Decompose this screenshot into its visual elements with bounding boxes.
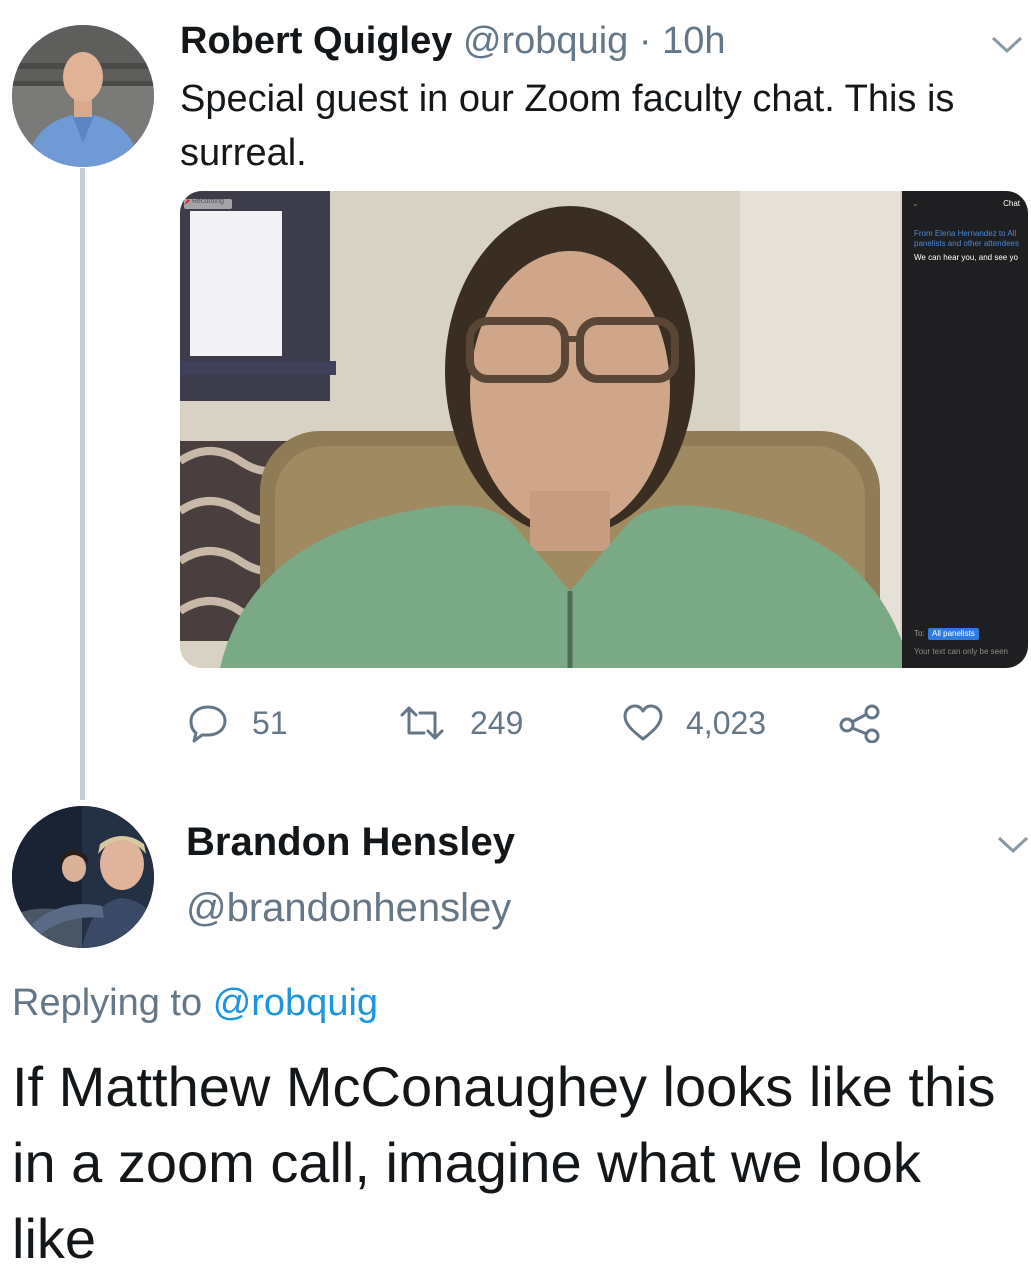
chevron-down-icon[interactable] bbox=[990, 34, 1024, 56]
like-icon[interactable] bbox=[622, 703, 664, 743]
reply-count: 51 bbox=[252, 705, 288, 741]
author-handle[interactable]: @robquig bbox=[463, 20, 628, 62]
tweet-media[interactable]: Recording ⌄ Chat From Elena Hernandez to… bbox=[180, 191, 1028, 668]
reply-icon[interactable] bbox=[188, 703, 228, 743]
video-frame-image bbox=[180, 191, 1028, 668]
chevron-down-icon[interactable] bbox=[996, 834, 1030, 856]
chat-panel: ⌄ Chat From Elena Hernandez to All panel… bbox=[902, 191, 1028, 668]
replying-to-link[interactable]: @robquig bbox=[213, 982, 378, 1024]
tweet-time[interactable]: 10h bbox=[662, 20, 725, 62]
chat-footer-note: Your text can only be seen bbox=[914, 647, 1008, 656]
tweet-text: Special guest in our Zoom faculty chat. … bbox=[180, 78, 955, 174]
like-count: 4,023 bbox=[686, 705, 767, 741]
share-icon[interactable] bbox=[838, 703, 882, 743]
chat-title: Chat bbox=[1003, 199, 1020, 208]
reply-author-name[interactable]: Brandon Hensley bbox=[186, 820, 515, 865]
separator: · bbox=[638, 20, 652, 62]
reply-text: If Matthew McConaughey looks like this i… bbox=[12, 1055, 996, 1270]
chat-collapse-icon[interactable]: ⌄ bbox=[912, 199, 919, 209]
author-avatar[interactable] bbox=[12, 25, 154, 167]
replying-to: Replying to @robquig bbox=[12, 982, 378, 1025]
thread-line bbox=[80, 168, 85, 800]
reply-author-avatar[interactable] bbox=[12, 806, 154, 948]
chat-from: From Elena Hernandez to All panelists an… bbox=[914, 229, 1019, 248]
retweet-icon[interactable] bbox=[398, 703, 446, 743]
retweet-count: 249 bbox=[470, 705, 524, 741]
chat-to-label: To: bbox=[914, 629, 925, 638]
tweet-header: Robert Quigley @robquig · 10h bbox=[180, 18, 725, 64]
chat-message: We can hear you, and see yo bbox=[914, 253, 1018, 262]
recording-label: Recording bbox=[192, 198, 224, 205]
author-name[interactable]: Robert Quigley bbox=[180, 20, 452, 62]
reply-author-handle[interactable]: @brandonhensley bbox=[186, 886, 511, 931]
replying-to-label: Replying to bbox=[12, 982, 203, 1024]
chat-to-select[interactable]: All panelists bbox=[928, 628, 979, 640]
